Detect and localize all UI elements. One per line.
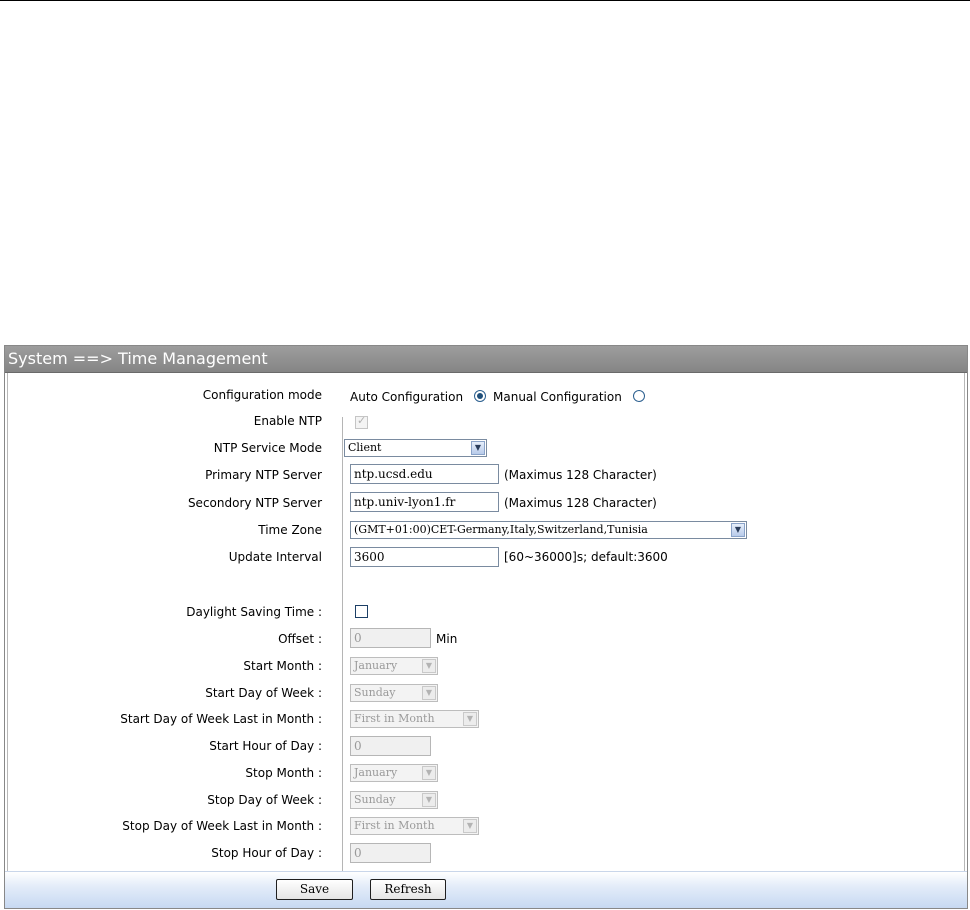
chevron-down-icon: ▼ [422, 686, 436, 700]
chevron-down-icon: ▼ [422, 793, 436, 807]
enable-ntp-checkbox[interactable] [355, 414, 368, 429]
offset-input[interactable]: 0 [350, 628, 431, 648]
time-zone-select[interactable]: (GMT+01:00)CET-Germany,Italy,Switzerland… [350, 521, 747, 539]
update-interval-input[interactable]: 3600 [350, 547, 499, 567]
stop-month-value: January [354, 766, 398, 779]
ntp-service-mode-select[interactable]: Client ▼ [344, 439, 487, 457]
secondary-ntp-server-input[interactable]: ntp.univ-lyon1.fr [350, 492, 499, 512]
stop-last-in-month-label: Stop Day of Week Last in Month : [122, 819, 322, 833]
start-day-of-week-label: Start Day of Week : [205, 686, 322, 700]
update-interval-hint: [60~36000]s; default:3600 [504, 550, 668, 564]
manual-configuration-radio[interactable] [633, 390, 645, 402]
refresh-button[interactable]: Refresh [370, 879, 446, 900]
page-title: System ==> Time Management [5, 346, 967, 373]
top-rule [0, 0, 970, 1]
stop-day-of-week-value: Sunday [354, 793, 396, 806]
chevron-down-icon: ▼ [463, 819, 477, 833]
start-day-of-week-select[interactable]: Sunday ▼ [350, 684, 438, 702]
daylight-saving-time-checkbox[interactable] [355, 605, 368, 618]
manual-configuration-label: Manual Configuration [493, 390, 622, 404]
time-zone-label: Time Zone [258, 523, 322, 537]
stop-month-select[interactable]: January ▼ [350, 764, 438, 782]
button-bar: Save Refresh [5, 871, 967, 908]
start-hour-input[interactable]: 0 [350, 736, 431, 756]
chevron-down-icon: ▼ [463, 712, 477, 726]
ntp-service-mode-value: Client [348, 441, 382, 454]
secondary-ntp-server-hint: (Maximus 128 Character) [504, 496, 657, 510]
start-day-of-week-value: Sunday [354, 686, 396, 699]
start-month-value: January [354, 659, 398, 672]
secondary-ntp-server-label: Secondory NTP Server [187, 496, 322, 510]
chevron-down-icon: ▼ [731, 523, 745, 537]
start-last-in-month-value: First in Month [354, 712, 435, 725]
save-button[interactable]: Save [276, 879, 353, 900]
chevron-down-icon: ▼ [422, 766, 436, 780]
chevron-down-icon: ▼ [422, 659, 436, 673]
stop-day-of-week-select[interactable]: Sunday ▼ [350, 791, 438, 809]
stop-hour-input[interactable]: 0 [350, 843, 431, 863]
start-month-label: Start Month : [243, 659, 322, 673]
chevron-down-icon: ▼ [471, 441, 485, 455]
offset-unit: Min [436, 632, 458, 646]
time-management-panel: System ==> Time Management Configuration… [4, 345, 968, 909]
enable-ntp-label: Enable NTP [253, 414, 322, 428]
time-zone-value: (GMT+01:00)CET-Germany,Italy,Switzerland… [354, 523, 648, 536]
primary-ntp-server-label: Primary NTP Server [205, 468, 322, 482]
stop-last-in-month-value: First in Month [354, 819, 435, 832]
stop-hour-label: Stop Hour of Day : [211, 846, 322, 860]
primary-ntp-server-hint: (Maximus 128 Character) [504, 468, 657, 482]
start-last-in-month-label: Start Day of Week Last in Month : [120, 712, 322, 726]
auto-configuration-label: Auto Configuration [350, 390, 464, 404]
stop-month-label: Stop Month : [245, 766, 322, 780]
stop-last-in-month-select[interactable]: First in Month ▼ [350, 817, 479, 835]
start-month-select[interactable]: January ▼ [350, 657, 438, 675]
update-interval-label: Update Interval [228, 550, 322, 564]
start-hour-label: Start Hour of Day : [209, 739, 322, 753]
ntp-service-mode-label: NTP Service Mode [213, 441, 322, 455]
daylight-saving-time-label: Daylight Saving Time : [186, 605, 322, 619]
column-divider [342, 417, 343, 887]
primary-ntp-server-input[interactable]: ntp.ucsd.edu [350, 464, 499, 484]
stop-day-of-week-label: Stop Day of Week : [207, 793, 322, 807]
configuration-mode-label: Configuration mode [202, 388, 322, 402]
offset-label: Offset : [278, 632, 322, 646]
auto-configuration-radio[interactable] [474, 390, 486, 402]
start-last-in-month-select[interactable]: First in Month ▼ [350, 710, 479, 728]
